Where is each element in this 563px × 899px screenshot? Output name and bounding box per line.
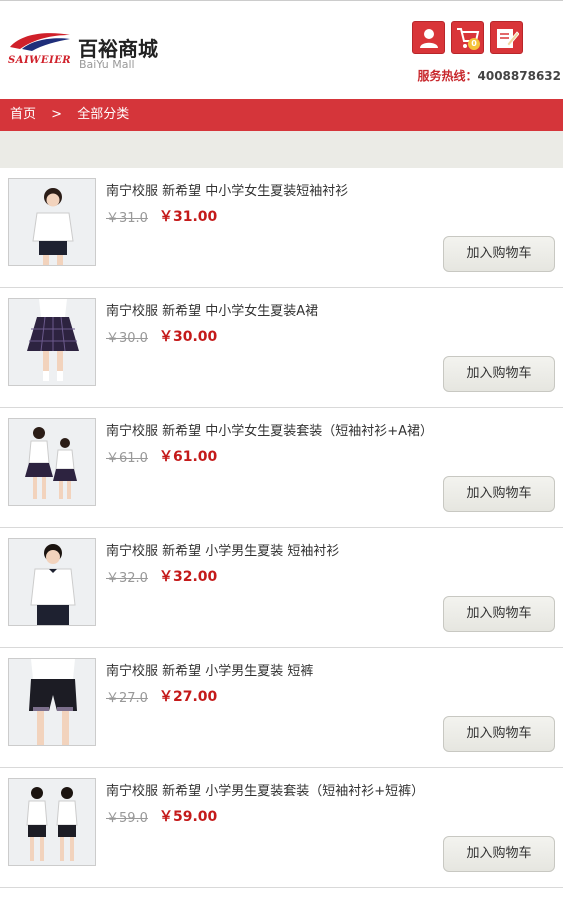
hotline-label: 服务热线： <box>417 69 478 83</box>
product-title[interactable]: 南宁校服 新希望 小学男生夏装 短袖衬衫 <box>106 540 339 559</box>
logo-swoosh-icon <box>10 33 70 51</box>
user-icon <box>420 29 438 48</box>
product-title[interactable]: 南宁校服 新希望 小学男生夏装 短裤 <box>106 660 313 679</box>
product-price: ￥31.00 <box>159 209 218 225</box>
product-price: ￥27.00 <box>159 689 218 705</box>
logo-sub-text: BaiYu Mall <box>79 58 135 71</box>
product-old-price: ￥59.0 <box>106 811 148 826</box>
product-image[interactable] <box>8 658 96 746</box>
product-item[interactable]: 南宁校服 新希望 中小学女生夏装套装（短袖衬衫+A裙） ￥61.0 ￥61.00… <box>0 408 563 528</box>
product-old-price: ￥30.0 <box>106 331 148 346</box>
user-button[interactable] <box>412 21 445 54</box>
cart-button[interactable]: 0 <box>451 21 484 54</box>
breadcrumb-separator: > <box>51 107 63 122</box>
logo[interactable]: SAIWEIER 百裕商城 BaiYu Mall <box>8 29 178 73</box>
product-item[interactable]: 南宁校服 新希望 小学男生夏装 短袖衬衫 ￥32.0 ￥32.00 加入购物车 <box>0 528 563 648</box>
product-item[interactable]: 南宁校服 新希望 小学男生夏装套装（短袖衬衫+短裤） ￥59.0 ￥59.00 … <box>0 768 563 888</box>
header-icons: 0 <box>412 21 563 55</box>
product-price: ￥61.00 <box>159 449 218 465</box>
product-price: ￥32.00 <box>159 569 218 585</box>
cart-count-badge: 0 <box>468 38 480 50</box>
product-old-price: ￥61.0 <box>106 451 148 466</box>
product-image[interactable] <box>8 178 96 266</box>
product-item[interactable]: 南宁校服 新希望 小学男生夏装 短裤 ￥27.0 ￥27.00 加入购物车 <box>0 648 563 768</box>
product-old-price: ￥32.0 <box>106 571 148 586</box>
product-image[interactable] <box>8 418 96 506</box>
logo-en-text: SAIWEIER <box>8 55 72 66</box>
add-to-cart-button[interactable]: 加入购物车 <box>443 356 555 392</box>
filter-bar <box>0 131 563 168</box>
edit-button[interactable] <box>490 21 523 54</box>
breadcrumb: 首页 > 全部分类 <box>0 99 563 131</box>
breadcrumb-home-link[interactable]: 首页 <box>10 107 36 122</box>
add-to-cart-button[interactable]: 加入购物车 <box>443 716 555 752</box>
hotline-number[interactable]: 4008878632 <box>478 69 562 83</box>
product-title[interactable]: 南宁校服 新希望 小学男生夏装套装（短袖衬衫+短裤） <box>106 780 424 799</box>
product-title[interactable]: 南宁校服 新希望 中小学女生夏装短袖衬衫 <box>106 180 348 199</box>
product-image[interactable] <box>8 778 96 866</box>
product-old-price: ￥27.0 <box>106 691 148 706</box>
product-old-price: ￥31.0 <box>106 211 148 226</box>
product-item[interactable]: 南宁校服 新希望 中小学女生夏装短袖衬衫 ￥31.0 ￥31.00 加入购物车 <box>0 168 563 288</box>
product-title[interactable]: 南宁校服 新希望 中小学女生夏装套装（短袖衬衫+A裙） <box>106 420 433 439</box>
add-to-cart-button[interactable]: 加入购物车 <box>443 476 555 512</box>
edit-icon <box>497 29 519 48</box>
product-list: 南宁校服 新希望 中小学女生夏装短袖衬衫 ￥31.0 ￥31.00 加入购物车 <box>0 168 563 888</box>
product-title[interactable]: 南宁校服 新希望 中小学女生夏装A裙 <box>106 300 318 319</box>
add-to-cart-button[interactable]: 加入购物车 <box>443 596 555 632</box>
header: SAIWEIER 百裕商城 BaiYu Mall 0 服务热线：40088786… <box>0 0 563 99</box>
product-item[interactable]: 南宁校服 新希望 中小学女生夏装A裙 ￥30.0 ￥30.00 加入购物车 <box>0 288 563 408</box>
add-to-cart-button[interactable]: 加入购物车 <box>443 836 555 872</box>
page: SAIWEIER 百裕商城 BaiYu Mall 0 服务热线：40088786… <box>0 0 563 899</box>
hotline: 服务热线：4008878632 <box>417 67 561 84</box>
add-to-cart-button[interactable]: 加入购物车 <box>443 236 555 272</box>
breadcrumb-current[interactable]: 全部分类 <box>77 107 129 122</box>
product-image[interactable] <box>8 298 96 386</box>
product-price: ￥30.00 <box>159 329 218 345</box>
product-image[interactable] <box>8 538 96 626</box>
product-price: ￥59.00 <box>159 809 218 825</box>
